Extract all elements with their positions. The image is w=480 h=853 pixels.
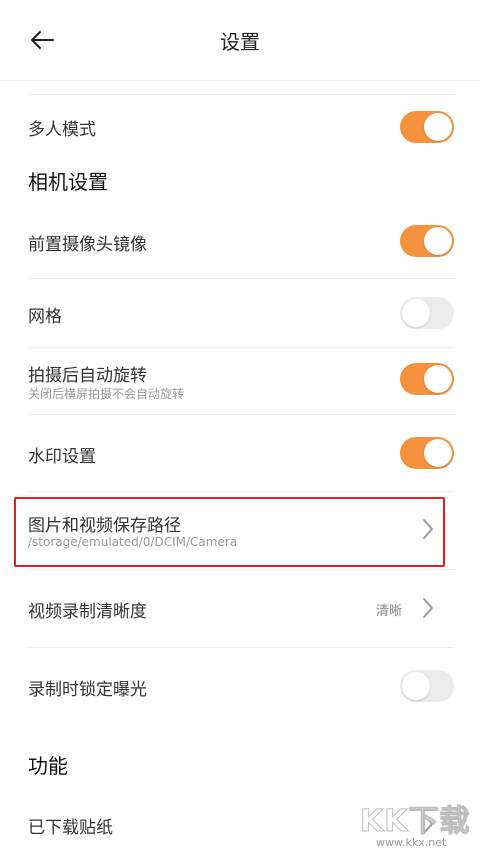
- setting-row-auto-rotate[interactable]: 拍摄后自动旋转 关闭后横屏拍摄不会自动旋转: [0, 349, 480, 413]
- setting-label: 水印设置: [28, 447, 96, 467]
- setting-row-watermark[interactable]: 水印设置: [0, 416, 480, 490]
- toggle-knob: [424, 439, 452, 467]
- page-title: 设置: [220, 30, 260, 54]
- section-title-features: 功能: [28, 754, 68, 778]
- header-bar: 设置: [0, 0, 480, 81]
- site-watermark: KK下载 www.kkx.net: [360, 796, 476, 850]
- toggle-knob: [424, 113, 452, 141]
- setting-label: 拍摄后自动旋转: [28, 366, 147, 386]
- divider: [28, 347, 454, 348]
- lock-exposure-toggle[interactable]: [400, 670, 454, 702]
- setting-row-front-mirror[interactable]: 前置摄像头镜像: [0, 210, 480, 272]
- divider: [28, 414, 454, 415]
- front-mirror-toggle[interactable]: [400, 225, 454, 257]
- divider: [28, 569, 454, 570]
- setting-row-multi-mode[interactable]: 多人模式: [0, 100, 480, 156]
- watermark-url: www.kkx.net: [376, 836, 447, 849]
- section-title-camera: 相机设置: [28, 170, 108, 194]
- watermark-toggle[interactable]: [400, 437, 454, 469]
- divider: [28, 278, 454, 279]
- toggle-knob: [424, 365, 452, 393]
- toggle-knob: [402, 672, 430, 700]
- setting-row-grid[interactable]: 网格: [0, 280, 480, 346]
- setting-label: 前置摄像头镜像: [28, 235, 147, 255]
- multi-mode-toggle[interactable]: [400, 111, 454, 143]
- watermark-logo: KK下载: [360, 804, 471, 840]
- setting-row-video-quality[interactable]: 视频录制清晰度 清晰: [0, 571, 480, 647]
- setting-row-lock-exposure[interactable]: 录制时锁定曝光: [0, 649, 480, 723]
- divider: [28, 491, 454, 492]
- setting-label: 网格: [28, 307, 62, 327]
- highlight-frame: [14, 497, 445, 567]
- setting-label: 录制时锁定曝光: [28, 680, 147, 700]
- divider: [28, 647, 454, 648]
- grid-toggle[interactable]: [400, 297, 454, 329]
- setting-label: 已下载贴纸: [28, 818, 113, 838]
- setting-description: 关闭后横屏拍摄不会自动旋转: [28, 387, 185, 401]
- setting-label: 多人模式: [28, 120, 96, 140]
- toggle-knob: [424, 227, 452, 255]
- divider: [28, 94, 454, 95]
- toggle-knob: [402, 299, 430, 327]
- auto-rotate-toggle[interactable]: [400, 363, 454, 395]
- setting-label: 视频录制清晰度: [28, 602, 147, 622]
- chevron-right-icon: [423, 598, 433, 618]
- video-quality-value: 清晰: [376, 604, 403, 619]
